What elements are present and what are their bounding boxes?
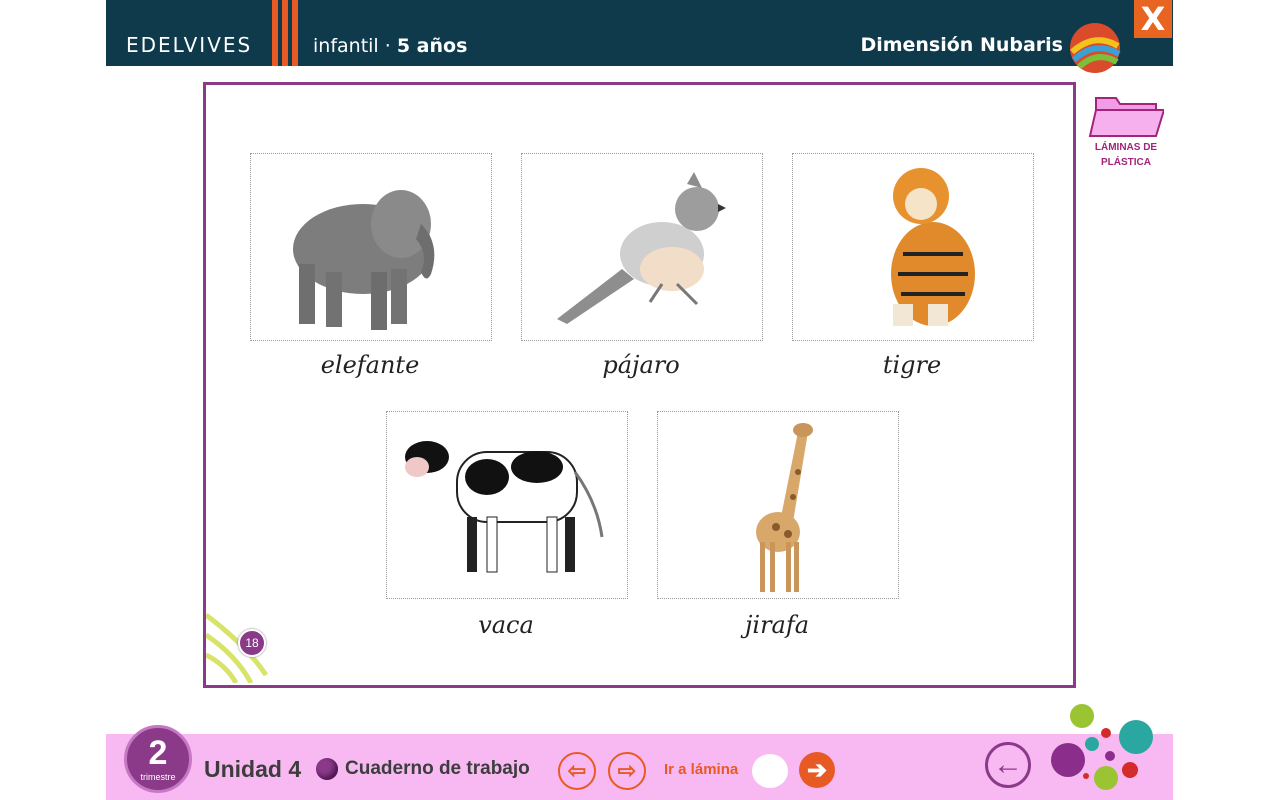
card-tiger[interactable]: [792, 153, 1034, 341]
cow-image: [405, 441, 604, 573]
folder-label-line2: PLÁSTICA: [1101, 157, 1151, 168]
bird-image: [557, 172, 726, 324]
notebook-title: Cuaderno de trabajo: [345, 758, 530, 779]
caption-bird: pájaro: [602, 351, 680, 379]
trimester-label: trimestre: [140, 772, 176, 782]
series-title: Dimensión Nubaris: [860, 34, 1063, 56]
card-giraffe[interactable]: [657, 411, 899, 599]
back-button[interactable]: ←: [985, 742, 1031, 788]
arrow-right-icon: ➔: [806, 756, 828, 784]
goto-page-button[interactable]: ➔: [799, 752, 835, 788]
folder-label: LÁMINAS DE PLÁSTICA: [1088, 140, 1164, 170]
elephant-image: [293, 190, 435, 330]
page-number-badge: 18: [238, 629, 266, 657]
folder-label-line1: LÁMINAS DE: [1094, 142, 1158, 153]
folder-icon: [1088, 97, 1166, 137]
worksheet: elefante pájaro tigre vaca jirafa 18: [203, 82, 1076, 688]
level-prefix: infantil ·: [313, 35, 397, 57]
nubaris-logo-icon: [1070, 23, 1121, 73]
card-elephant[interactable]: [250, 153, 492, 341]
level-label: infantil · 5 años: [313, 35, 467, 57]
arrow-left-icon: ⇦: [567, 758, 587, 783]
card-cow[interactable]: [386, 411, 628, 599]
caption-elephant: elefante: [320, 351, 420, 379]
caption-cow: vaca: [478, 611, 534, 639]
trimester-number: 2: [148, 734, 168, 772]
arrow-right-icon: ⇨: [617, 758, 637, 783]
next-page-button[interactable]: ⇨: [608, 752, 646, 790]
previous-page-button[interactable]: ⇦: [558, 752, 596, 790]
bullet-icon: [316, 758, 338, 780]
top-header: EDELVIVES infantil · 5 años Dimensión Nu…: [106, 0, 1173, 73]
caption-tiger: tigre: [882, 351, 942, 379]
back-arrow-icon: ←: [993, 748, 1023, 781]
close-button[interactable]: X: [1134, 0, 1172, 38]
level-age: 5 años: [396, 35, 468, 57]
unit-title: Unidad 4: [204, 756, 302, 782]
laminas-plastica-button[interactable]: LÁMINAS DE PLÁSTICA: [1088, 94, 1166, 170]
brand-logo: EDELVIVES: [126, 33, 253, 57]
goto-page-input[interactable]: [752, 754, 788, 788]
tiger-image: [891, 168, 975, 326]
brand-stripes: [272, 0, 302, 66]
decorative-balls: [1051, 704, 1153, 790]
trimester-badge: 2 trimestre: [124, 725, 192, 793]
giraffe-image: [756, 423, 813, 592]
caption-giraffe: jirafa: [744, 611, 810, 639]
goto-label: Ir a lámina: [664, 761, 739, 778]
card-bird[interactable]: [521, 153, 763, 341]
